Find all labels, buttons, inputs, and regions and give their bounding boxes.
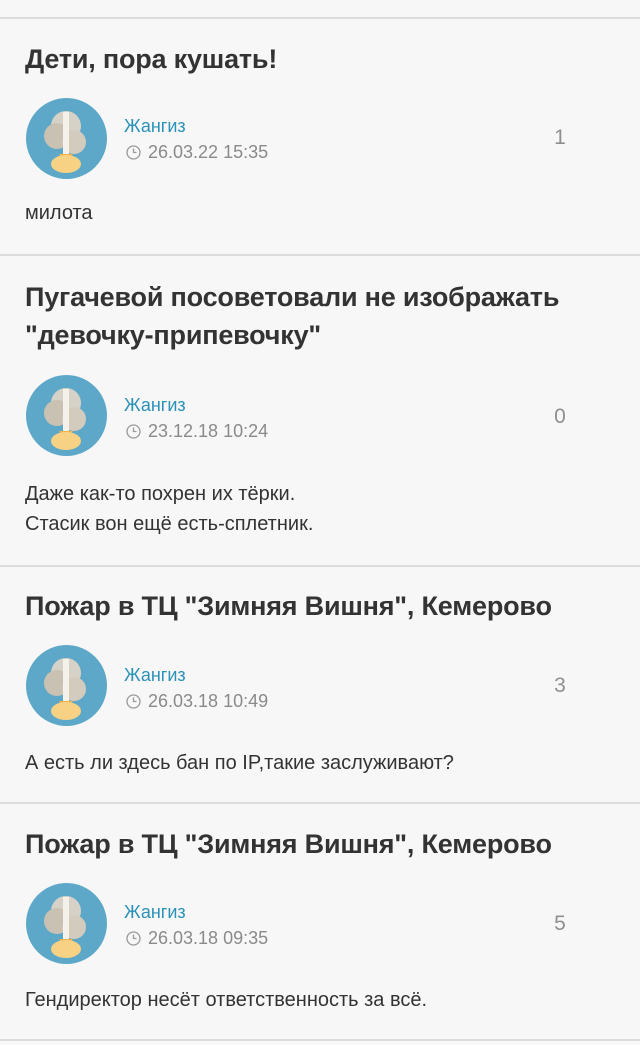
- author-link[interactable]: Жангиз: [124, 664, 186, 686]
- timestamp: 26.03.18 10:49: [126, 690, 268, 712]
- author-link[interactable]: Жангиз: [124, 394, 186, 416]
- timestamp: 26.03.18 09:35: [126, 927, 268, 949]
- body-line: милота: [25, 202, 93, 224]
- rocket-launch-photo: [26, 375, 107, 456]
- timestamp-text: 26.03.18 09:35: [148, 928, 269, 948]
- avatar[interactable]: [26, 883, 107, 964]
- timestamp-text: 26.03.22 15:35: [148, 142, 269, 162]
- comment-count: 0: [554, 405, 566, 428]
- rocket-launch-photo: [26, 645, 107, 726]
- author-link[interactable]: Жангиз: [124, 115, 186, 137]
- clock-icon: [126, 423, 141, 439]
- feed-item: Пожар в ТЦ "Зимняя Вишня", Кемерово Жанг…: [0, 567, 640, 804]
- feed-item: Пугачевой посоветовали не изображать "де…: [0, 256, 640, 567]
- rocket-launch-photo: [26, 98, 107, 179]
- author-link[interactable]: Жангиз: [124, 901, 186, 923]
- comment-count: 5: [554, 912, 566, 935]
- feed-item: Дети, пора кушать! Жангиз 26.03.22 15:35…: [0, 19, 640, 256]
- post-body: Даже как-то похрен их тёрки. Стасик вон …: [25, 479, 620, 539]
- body-line: Гендиректор несёт ответственность за всё…: [25, 989, 428, 1011]
- comment-count: 3: [554, 674, 566, 697]
- feed-item: Пожар в ТЦ "Зимняя Вишня", Кемерово Жанг…: [0, 804, 640, 1041]
- clock-icon: [126, 930, 141, 946]
- timestamp: 23.12.18 10:24: [126, 420, 268, 442]
- timestamp: 26.03.22 15:35: [126, 141, 268, 163]
- avatar[interactable]: [26, 375, 107, 456]
- rocket-launch-photo: [26, 883, 107, 964]
- body-line: Стасик вон ещё есть-сплетник.: [25, 513, 314, 535]
- timestamp-text: 26.03.18 10:49: [148, 691, 269, 711]
- body-line: А есть ли здесь бан по IP,такие заслужив…: [25, 752, 454, 774]
- post-title[interactable]: Дети, пора кушать!: [25, 40, 622, 78]
- post-body: Гендиректор несёт ответственность за всё…: [25, 985, 620, 1015]
- post-title[interactable]: Пожар в ТЦ "Зимняя Вишня", Кемерово: [25, 825, 622, 863]
- clock-icon: [126, 693, 141, 709]
- body-line: Даже как-то похрен их тёрки.: [25, 483, 296, 505]
- clock-icon: [126, 144, 141, 160]
- post-title[interactable]: Пугачевой посоветовали не изображать "де…: [25, 278, 622, 354]
- post-title[interactable]: Пожар в ТЦ "Зимняя Вишня", Кемерово: [25, 587, 622, 625]
- post-body: А есть ли здесь бан по IP,такие заслужив…: [25, 748, 620, 778]
- comment-count: 1: [554, 126, 566, 149]
- post-body: милота: [25, 198, 620, 228]
- comment-feed: Дети, пора кушать! Жангиз 26.03.22 15:35…: [0, 0, 640, 1045]
- avatar[interactable]: [26, 98, 107, 179]
- timestamp-text: 23.12.18 10:24: [148, 421, 269, 441]
- avatar[interactable]: [26, 645, 107, 726]
